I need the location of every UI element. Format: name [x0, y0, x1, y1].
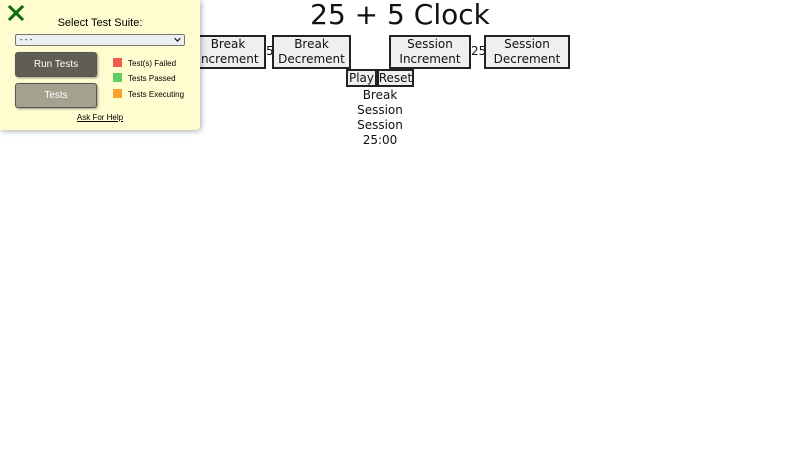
test-suite-select[interactable]: - - - — [15, 34, 185, 46]
executing-swatch — [113, 89, 122, 98]
time-left: 25:00 — [362, 133, 398, 147]
tests-button[interactable]: Tests — [15, 83, 97, 108]
legend-executing-label: Tests Executing — [128, 90, 185, 99]
legend-passed: Tests Passed — [113, 73, 176, 84]
legend-passed-label: Tests Passed — [128, 74, 176, 83]
ask-for-help-link[interactable]: Ask For Help — [0, 113, 200, 122]
legend-executing: Tests Executing — [113, 89, 184, 100]
play-button[interactable]: Play — [346, 69, 377, 87]
break-label: Break — [362, 88, 398, 102]
session-label: Session — [357, 103, 403, 117]
test-suite-title: Select Test Suite: — [57, 17, 143, 29]
chevron-down-icon — [174, 37, 181, 42]
break-increment-button[interactable]: Break Increment — [190, 35, 266, 69]
legend-failed-label: Test(s) Failed — [128, 59, 177, 68]
failed-swatch — [113, 58, 122, 67]
session-decrement-button[interactable]: Session Decrement — [484, 35, 570, 69]
run-tests-button[interactable]: Run Tests — [15, 52, 97, 77]
session-increment-button[interactable]: Session Increment — [389, 35, 471, 69]
test-suite-selected: - - - — [20, 35, 33, 44]
reset-button[interactable]: Reset — [377, 69, 414, 87]
legend-failed: Test(s) Failed — [113, 58, 176, 69]
timer-label: Session — [357, 118, 403, 132]
break-decrement-button[interactable]: Break Decrement — [272, 35, 351, 69]
passed-swatch — [113, 73, 122, 82]
test-suite-panel: Select Test Suite: - - - Run Tests Tests… — [0, 0, 200, 130]
